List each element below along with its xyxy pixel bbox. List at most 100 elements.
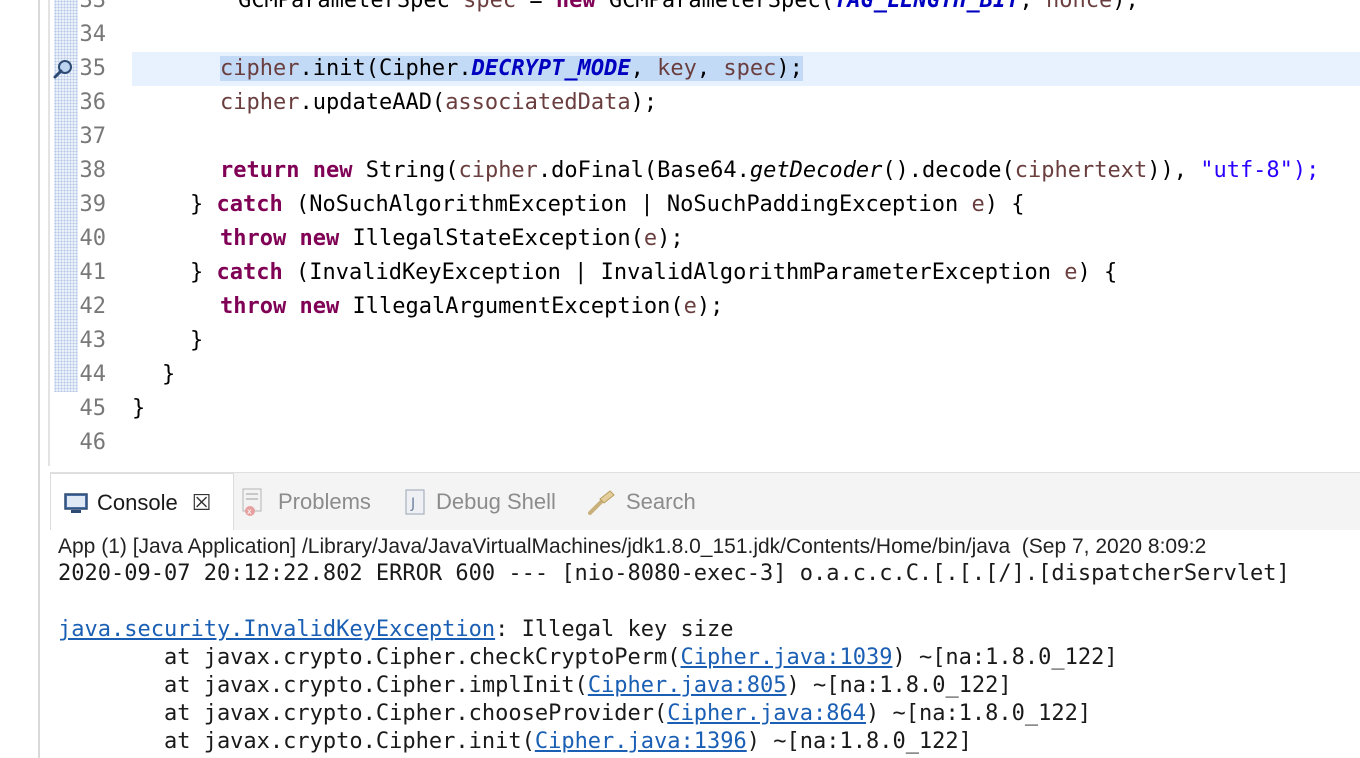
console-exception-line: java.security.InvalidKeyException: Illeg… [58,616,734,644]
console-output[interactable]: App (1) [Java Application] /Library/Java… [50,530,1360,758]
code-line[interactable]: throw new IllegalArgumentException(e); [220,290,723,324]
line-number: 35 [79,56,107,81]
line-number: 40 [79,226,107,251]
code-token: cipher [220,56,300,81]
stack-frame-text: at javax.crypto.Cipher.init( [58,729,535,754]
code-line[interactable]: } [132,392,145,426]
code-token: } [190,328,204,353]
svg-text:J: J [410,496,415,512]
code-line[interactable]: GCMParameterSpec spec = new GCMParameter… [132,0,1139,18]
line-number: 38 [79,158,107,183]
code-token: )), [1147,158,1201,183]
code-editor[interactable]: 33 GCMParameterSpec spec = new GCMParame… [50,0,1360,466]
stack-frame-text: at javax.crypto.Cipher.chooseProvider( [58,701,668,726]
code-token: .doFinal(Base64. [537,158,750,183]
source-link[interactable]: Cipher.java:1039 [681,645,893,670]
code-token: (InvalidKeyException | InvalidAlgorithmP… [282,260,1065,285]
code-token: ); [1112,0,1139,13]
code-token: String( [352,158,459,183]
code-token: IllegalStateException( [339,226,644,251]
code-token: e [683,294,697,319]
code-token: new [299,226,340,251]
code-token: ) { [984,192,1025,217]
stack-trace-line: at javax.crypto.Cipher.init(Cipher.java:… [58,728,972,756]
code-token: } [162,362,176,387]
line-number: 33 [79,0,107,13]
code-line[interactable]: } catch (NoSuchAlgorithmException | NoSu… [190,188,1024,222]
code-token: = [516,0,556,13]
code-token: } [132,396,146,421]
stack-frame-text: at javax.crypto.Cipher.checkCryptoPerm( [58,645,681,670]
stack-trace-line: at javax.crypto.Cipher.implInit(Cipher.j… [58,672,1012,700]
code-token: new [299,294,340,319]
stack-trace-line: at javax.crypto.Cipher.chooseProvider(Ci… [58,700,1091,728]
code-line[interactable]: throw new IllegalStateException(e); [220,222,684,256]
source-link[interactable]: Cipher.java:864 [667,701,866,726]
code-token: e [971,192,985,217]
code-line[interactable]: } [190,324,203,358]
code-token: } [190,260,217,285]
code-token: ciphertext [1014,158,1148,183]
code-token: IllegalArgumentException( [339,294,684,319]
code-token: ); [696,294,724,319]
code-token: .updateAAD( [299,90,446,115]
tab-debug-shell[interactable]: J Debug Shell [402,473,556,531]
tab-debug-shell-label: Debug Shell [436,489,556,514]
source-link[interactable]: Cipher.java:805 [588,673,787,698]
tab-problems[interactable]: x Problems [240,473,371,531]
code-line[interactable]: return new String(cipher.doFinal(Base64.… [220,154,1319,188]
exception-message: : Illegal key size [495,617,734,642]
code-token: , [1019,0,1046,13]
line-number: 36 [79,90,107,115]
stack-frame-version: ) ~[na:1.8.0_122] [865,701,1092,726]
code-token: ); [657,226,684,251]
svg-text:x: x [247,507,252,516]
code-token: , [630,56,658,81]
code-line[interactable]: cipher.init(Cipher.DECRYPT_MODE, key, sp… [220,52,803,86]
code-token: catch [216,260,283,285]
code-token: DECRYPT_MODE [471,56,631,81]
tab-console-label: Console [97,489,178,515]
code-token: cipher [458,158,538,183]
line-number: 41 [79,260,107,285]
line-number: 42 [79,294,107,319]
code-token: (NoSuchAlgorithmException | NoSuchPaddin… [282,192,972,217]
code-line[interactable]: } catch (InvalidKeyException | InvalidAl… [190,256,1117,290]
code-token: e [643,226,658,251]
console-icon [64,492,88,513]
tab-console[interactable]: Console ☒ [50,473,234,531]
line-number: 39 [79,192,107,217]
console-launch-header: App (1) [Java Application] /Library/Java… [58,535,1207,558]
code-token: spec [463,0,517,13]
tab-search[interactable]: Search [586,473,696,531]
stack-frame-version: ) ~[na:1.8.0_122] [786,673,1012,698]
code-token: key [657,56,697,81]
code-token: cipher [220,90,300,115]
tab-search-label: Search [626,489,696,514]
code-line[interactable]: } [162,358,175,392]
stack-trace-line: at javax.crypto.Cipher.checkCryptoPerm(C… [58,644,1118,672]
line-number: 34 [79,22,107,47]
source-link[interactable]: Cipher.java:1396 [535,729,747,754]
code-token: new [555,0,596,13]
exception-link[interactable]: java.security.InvalidKeyException [58,617,495,642]
code-token: new [312,158,353,183]
line-number: 37 [79,124,107,149]
editor-border [48,0,50,466]
code-token: .init(Cipher. [299,56,472,81]
code-token: , [696,56,724,81]
close-icon[interactable]: ☒ [192,490,212,516]
code-line[interactable]: cipher.updateAAD(associatedData); [220,86,657,120]
stack-frame-version: ) ~[na:1.8.0_122] [892,645,1118,670]
line-number: 45 [79,396,107,421]
code-token: nonce [1045,0,1113,13]
breakpoint-icon[interactable] [52,58,74,80]
tab-problems-label: Problems [278,489,371,514]
code-token: getDecoder [749,158,883,183]
code-token: throw [220,226,287,251]
code-token: associatedData [445,90,631,115]
code-token: spec [723,56,777,81]
code-token: ); [776,56,803,81]
